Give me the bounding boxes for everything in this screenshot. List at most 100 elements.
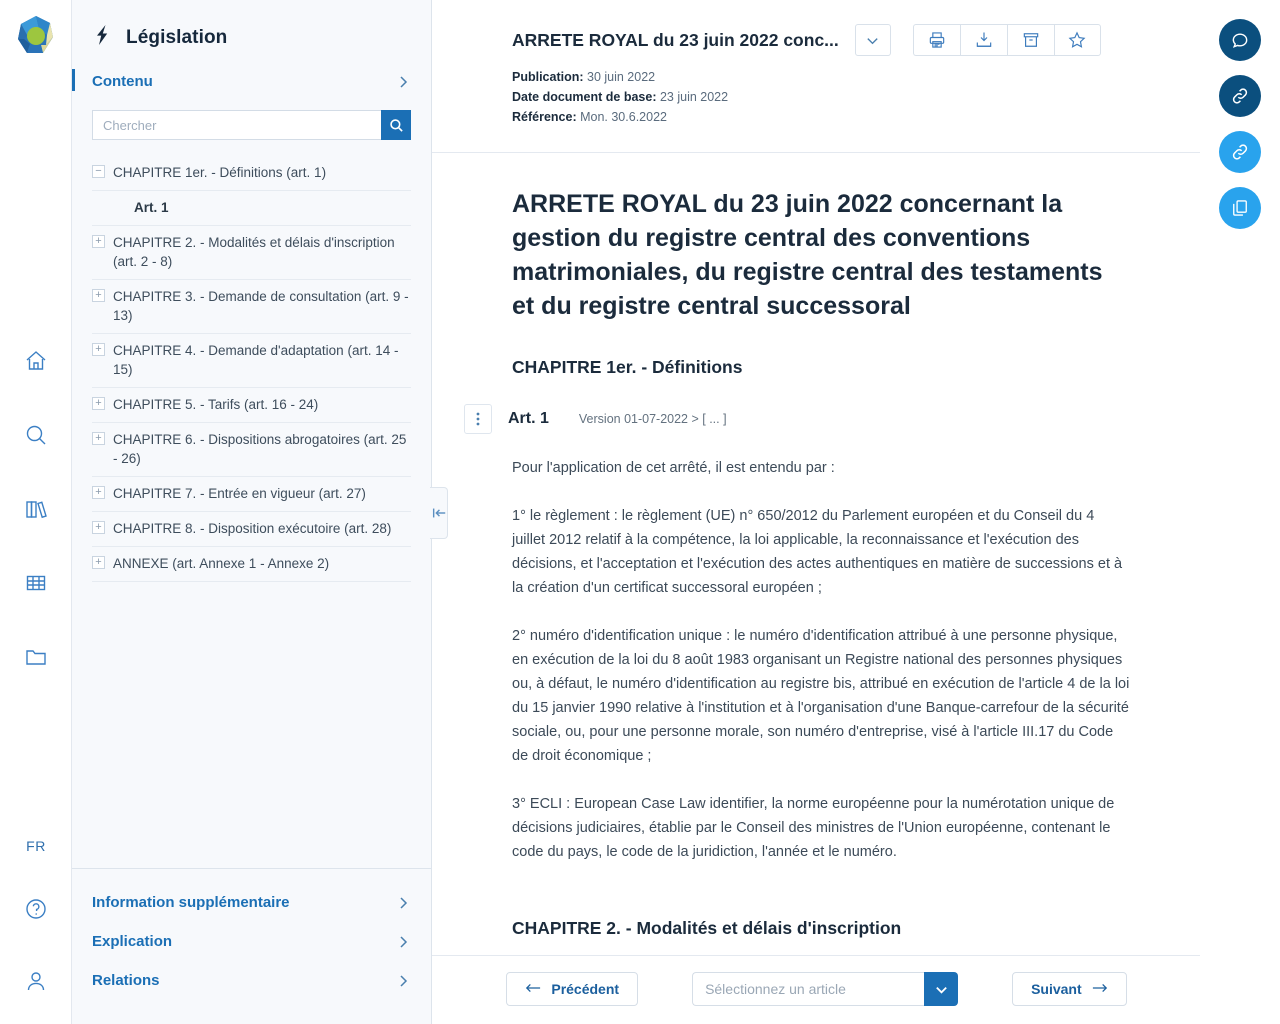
next-label: Suivant — [1031, 981, 1082, 997]
tree-item[interactable]: + CHAPITRE 8. - Disposition exécutoire (a… — [92, 512, 411, 547]
document-header: ARRETE ROYAL du 23 juin 2022 conc... Pub… — [432, 0, 1201, 153]
library-icon[interactable] — [19, 492, 53, 526]
user-icon[interactable] — [19, 964, 53, 998]
document-meta-value: Mon. 30.6.2022 — [576, 110, 667, 124]
tree-item-label: CHAPITRE 2. - Modalités et délais d'insc… — [113, 235, 395, 269]
print-icon[interactable] — [912, 24, 960, 56]
document-paragraph: 3° ECLI : European Case Law identifier, … — [512, 796, 1115, 860]
tree-item[interactable]: + CHAPITRE 3. - Demande de consultation (… — [92, 280, 411, 334]
expand-node-icon[interactable]: + — [92, 432, 105, 445]
folder-icon[interactable] — [19, 640, 53, 674]
document-paragraph: 2° numéro d'identification unique : le n… — [512, 628, 1130, 764]
expand-node-icon[interactable]: + — [92, 486, 105, 499]
table-icon[interactable] — [19, 566, 53, 600]
document-body: ARRETE ROYAL du 23 juin 2022 concernant … — [432, 153, 1201, 955]
expand-node-icon[interactable]: + — [92, 556, 105, 569]
tree-item[interactable]: + CHAPITRE 2. - Modalités et délais d'ins… — [92, 226, 411, 280]
tree-item-label: CHAPITRE 5. - Tarifs (art. 16 - 24) — [113, 397, 319, 412]
document-actions — [912, 24, 1101, 56]
chevron-right-icon — [395, 934, 411, 950]
search-input[interactable] — [92, 110, 381, 140]
sidebar-footer: Information supplémentaire Explication Rel… — [72, 868, 431, 1024]
document-meta: Publication: 30 juin 2022 Date document d… — [512, 70, 1171, 124]
previous-label: Précédent — [551, 981, 620, 997]
tree-item[interactable]: + CHAPITRE 6. - Dispositions abrogatoires… — [92, 423, 411, 477]
language-switcher[interactable]: FR — [26, 838, 46, 854]
rail-bottom: FR — [0, 838, 72, 1024]
help-icon[interactable] — [19, 892, 53, 926]
tree-item-label: CHAPITRE 6. - Dispositions abrogatoires … — [113, 432, 407, 466]
collapse-panel-handle[interactable] — [430, 487, 448, 539]
search-submit-button[interactable] — [381, 110, 411, 140]
expand-node-icon[interactable]: + — [92, 397, 105, 410]
document-meta-row: Date document de base: 23 juin 2022 — [512, 90, 1171, 104]
document-paragraph: Pour l'application de cet arrêté, il est… — [512, 460, 835, 476]
tree-item-label: CHAPITRE 3. - Demande de consultation (a… — [113, 289, 409, 323]
expand-node-icon[interactable]: + — [92, 235, 105, 248]
tree-item-label: CHAPITRE 8. - Disposition exécutoire (ar… — [113, 521, 392, 536]
article-select[interactable]: Sélectionnez un article — [692, 972, 959, 1006]
chapter-1-heading: CHAPITRE 1er. - Définitions — [512, 357, 743, 377]
sidebar-footer-label: Explication — [92, 933, 173, 950]
arrow-left-icon — [525, 981, 541, 997]
article-paragraphs: Pour l'application de cet arrêté, il est… — [512, 456, 1131, 864]
sidebar-footer-item[interactable]: Relations — [92, 961, 411, 1000]
article-select-value[interactable]: Sélectionnez un article — [692, 972, 925, 1006]
sidebar-footer-item[interactable]: Explication — [92, 922, 411, 961]
expand-node-icon[interactable]: + — [92, 521, 105, 534]
expand-title-button[interactable] — [854, 24, 891, 56]
copy-icon[interactable] — [1219, 187, 1261, 229]
next-button[interactable]: Suivant — [1012, 972, 1127, 1006]
collapse-node-icon[interactable]: − — [92, 165, 105, 178]
chevron-right-icon — [395, 895, 411, 911]
tree-item[interactable]: − CHAPITRE 1er. - Définitions (art. 1) — [92, 156, 411, 191]
tree-item-label: ANNEXE (art. Annexe 1 - Annexe 2) — [113, 556, 330, 571]
tree-item[interactable]: Art. 1 — [92, 191, 411, 226]
link-icon[interactable] — [1219, 75, 1261, 117]
sidebar: Législation Contenu −CHAPITRE 1er. - Déf… — [72, 0, 448, 1024]
link-icon[interactable] — [1219, 131, 1261, 173]
sidebar-footer-label: Information supplémentaire — [92, 894, 290, 911]
icon-rail: FR — [0, 0, 72, 1024]
expand-node-icon[interactable]: + — [92, 289, 105, 302]
right-action-rail — [1200, 0, 1280, 1024]
article-number: Art. 1 — [508, 410, 549, 427]
sidebar-footer-item[interactable]: Information supplémentaire — [92, 883, 411, 922]
article-version[interactable]: Version 01-07-2022 > [ ... ] — [579, 412, 727, 426]
download-icon[interactable] — [959, 24, 1007, 56]
document-meta-value: 30 juin 2022 — [583, 70, 656, 84]
app-logo[interactable] — [12, 12, 60, 60]
tree-item-label: CHAPITRE 4. - Demande d'adaptation (art.… — [113, 343, 399, 377]
chapter-2-heading: CHAPITRE 2. - Modalités et délais d'insc… — [512, 918, 902, 938]
chevron-down-icon[interactable] — [924, 972, 959, 1006]
document-meta-row: Référence: Mon. 30.6.2022 — [512, 110, 1171, 124]
archive-icon[interactable] — [1006, 24, 1054, 56]
rail-nav — [19, 344, 53, 674]
star-icon[interactable] — [1053, 24, 1101, 56]
document-meta-label: Publication: — [512, 70, 584, 84]
kebab-menu-icon[interactable] — [464, 404, 492, 434]
document-meta-row: Publication: 30 juin 2022 — [512, 70, 1171, 84]
sidebar-section-label: Contenu — [92, 73, 153, 90]
sidebar-section-contenu[interactable]: Contenu — [72, 67, 431, 96]
comment-icon[interactable] — [1219, 19, 1261, 61]
chevron-right-icon — [395, 973, 411, 989]
tree-item[interactable]: + CHAPITRE 5. - Tarifs (art. 16 - 24) — [92, 388, 411, 423]
content-tree: − CHAPITRE 1er. - Définitions (art. 1) Art… — [72, 150, 431, 868]
tree-item[interactable]: + ANNEXE (art. Annexe 1 - Annexe 2) — [92, 547, 411, 582]
document-header-top: ARRETE ROYAL du 23 juin 2022 conc... — [512, 24, 1171, 56]
sidebar-title: Législation — [72, 0, 431, 67]
tree-item[interactable]: + CHAPITRE 7. - Entrée en vigueur (art. 2… — [92, 477, 411, 512]
previous-button[interactable]: Précédent — [506, 972, 639, 1006]
tree-item[interactable]: + CHAPITRE 4. - Demande d'adaptation (art… — [92, 334, 411, 388]
tree-item-label: Art. 1 — [134, 200, 169, 215]
document-meta-value: 23 juin 2022 — [656, 90, 729, 104]
document-title: ARRETE ROYAL du 23 juin 2022 concernant … — [512, 190, 1103, 320]
home-icon[interactable] — [19, 344, 53, 378]
document-meta-label: Date document de base: — [512, 90, 657, 104]
sidebar-title-label: Législation — [126, 26, 228, 48]
search-icon[interactable] — [19, 418, 53, 452]
document-panel: ARRETE ROYAL du 23 juin 2022 conc... Pub… — [432, 0, 1202, 1024]
expand-node-icon[interactable]: + — [92, 343, 105, 356]
document-paragraph: 1° le règlement : le règlement (UE) n° 6… — [512, 508, 1123, 596]
